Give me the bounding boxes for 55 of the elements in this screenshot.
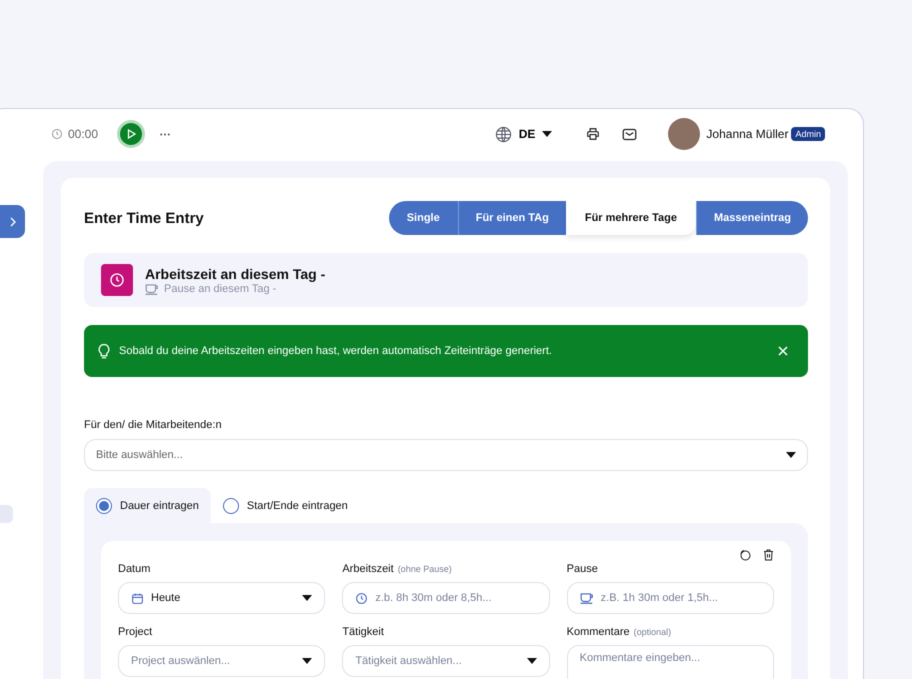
caret-icon xyxy=(302,595,312,601)
avatar[interactable] xyxy=(668,118,700,150)
caret-icon xyxy=(302,658,312,664)
tab[interactable]: Masseneintrag xyxy=(696,201,808,235)
language-dropdown[interactable]: DE xyxy=(494,126,552,142)
field-label: Project xyxy=(118,626,152,638)
radio-label[interactable]: Start/Ende eintragen xyxy=(246,500,348,512)
caret-icon xyxy=(542,131,552,137)
calendar-icon xyxy=(131,592,144,604)
field-label: Tätigkeit xyxy=(342,626,384,638)
field-label: Kommentare xyxy=(566,626,630,638)
caret-icon xyxy=(786,452,796,458)
radio-button[interactable] xyxy=(96,498,112,514)
tab[interactable]: Für einen TAg xyxy=(458,201,566,235)
radio-button[interactable] xyxy=(222,498,239,514)
field-label: Datum xyxy=(118,563,150,575)
cup-icon xyxy=(145,282,159,294)
more-icon[interactable] xyxy=(160,132,170,136)
globe-icon xyxy=(494,126,512,142)
clock-icon xyxy=(51,128,63,140)
play-button[interactable] xyxy=(120,123,142,145)
work-time-summary: Arbeitszeit an diesem Tag - xyxy=(145,266,326,282)
comment-field[interactable]: Kommentare eingeben... xyxy=(566,645,774,679)
play-icon xyxy=(125,128,138,140)
printer-icon[interactable] xyxy=(586,127,600,141)
alert-text: Sobald du deine Arbeitszeiten eingeben hast, werden automatisch Zeiteinträge generiert. xyxy=(119,345,553,357)
tab[interactable]: Single xyxy=(388,201,458,235)
clock-icon xyxy=(355,592,368,604)
select-field[interactable]: Tätigkeit auswählen... xyxy=(342,645,550,677)
select-field[interactable]: Project auswänlen... xyxy=(118,645,326,677)
chevron-icon xyxy=(10,216,16,226)
cup-icon xyxy=(580,592,594,604)
sidebar-toggle[interactable] xyxy=(0,205,25,238)
field-hint: (optional) xyxy=(634,627,672,637)
tab[interactable]: Für mehrere Tage xyxy=(566,201,696,235)
lightbulb-icon xyxy=(97,342,111,360)
field-label: Pause xyxy=(566,563,598,575)
user-name: Johanna Müller xyxy=(706,127,788,141)
timer-text: 00:00 xyxy=(68,127,98,141)
break-input[interactable]: z.B. 1h 30m oder 1,5h... xyxy=(566,582,774,614)
date-select[interactable]: Heute xyxy=(118,582,326,614)
mail-icon[interactable] xyxy=(622,128,638,140)
copy-icon[interactable] xyxy=(739,549,751,561)
duration-input[interactable]: z.b. 8h 30m oder 8,5h... xyxy=(342,582,550,614)
trash-icon[interactable] xyxy=(763,549,774,561)
role-badge: Admin xyxy=(791,127,825,141)
field-label: Arbeitszeit xyxy=(342,563,394,575)
employee-select[interactable]: Bitte auswählen... xyxy=(84,439,808,471)
field-label: Für den/ die Mitarbeitende:n xyxy=(84,419,223,431)
break-summary: Pause an diesem Tag - xyxy=(164,282,276,294)
close-button[interactable] xyxy=(778,346,788,356)
clock-tile-icon xyxy=(101,264,133,296)
page-title: Enter Time Entry xyxy=(84,210,204,226)
field-hint: (ohne Pause) xyxy=(398,564,452,574)
caret-icon xyxy=(526,658,537,664)
